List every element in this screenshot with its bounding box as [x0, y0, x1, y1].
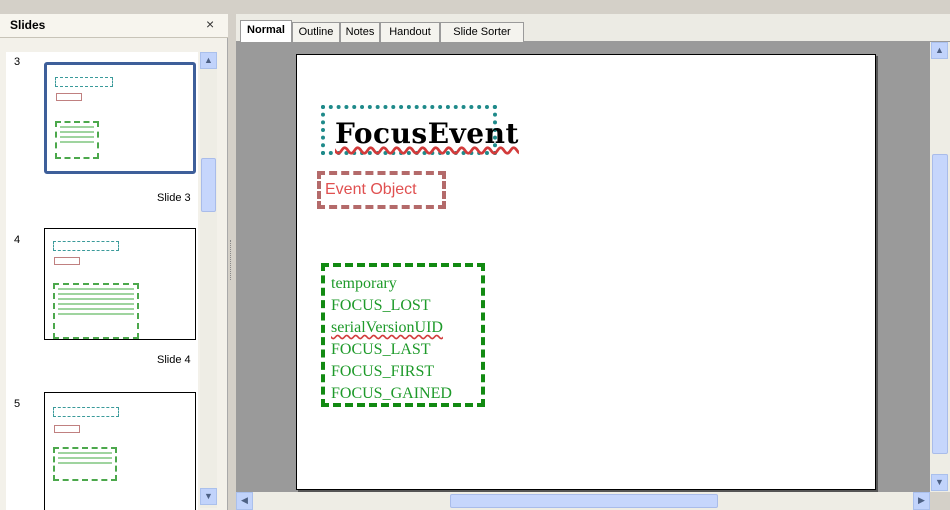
scroll-up-icon[interactable]: ▲ — [200, 52, 217, 69]
slide-canvas[interactable]: FocusEvent Event Object temporary FOCUS_… — [296, 54, 876, 490]
scrollbar-corner — [930, 492, 950, 510]
list-item: FOCUS_GAINED — [331, 385, 452, 402]
thumbnail-title — [53, 407, 119, 417]
tab-normal[interactable]: Normal — [240, 20, 292, 43]
thumbnail-list — [53, 447, 117, 481]
slide-label: Slide 4 — [157, 354, 191, 366]
tab-notes[interactable]: Notes — [340, 22, 380, 42]
thumbnail-list — [53, 283, 139, 339]
view-tabs: Normal Outline Notes Handout Slide Sorte… — [236, 14, 950, 43]
list-item: FOCUS_LOST — [331, 297, 431, 314]
slide-title: FocusEvent — [335, 117, 519, 150]
list-item: FOCUS_LAST — [331, 341, 431, 358]
workspace-horizontal-scrollbar[interactable]: ◀ ▶ — [236, 492, 930, 510]
thumbnail-subtitle — [54, 257, 80, 265]
content-placeholder[interactable]: temporary FOCUS_LOST serialVersionUID FO… — [321, 263, 485, 407]
slides-pane: Slides × 3 Slide 3 4 Slide 4 5 ▲ ▼ — [0, 14, 228, 510]
thumbnail-subtitle — [56, 93, 82, 101]
scroll-down-icon[interactable]: ▼ — [200, 488, 217, 505]
list-item: FOCUS_FIRST — [331, 363, 435, 380]
slides-pane-title: Slides — [10, 18, 46, 32]
thumbnail-title — [53, 241, 119, 251]
slide-thumbnail-3[interactable] — [44, 62, 196, 174]
tab-handout[interactable]: Handout — [380, 22, 440, 42]
field-list: temporary FOCUS_LOST serialVersionUID FO… — [331, 273, 452, 405]
slide-thumbnail-5[interactable] — [44, 392, 196, 510]
list-item: temporary — [331, 275, 397, 292]
slide-thumbnail-4[interactable] — [44, 228, 196, 340]
tab-outline[interactable]: Outline — [292, 22, 340, 42]
scroll-up-icon[interactable]: ▲ — [931, 42, 948, 59]
scroll-left-icon[interactable]: ◀ — [236, 492, 253, 510]
close-icon[interactable]: × — [206, 16, 214, 32]
workspace-vertical-scrollbar[interactable]: ▲ ▼ — [930, 42, 950, 492]
thumbnail-subtitle — [54, 425, 80, 433]
horizontal-scrollbar-thumb[interactable] — [450, 494, 718, 508]
slide-number: 3 — [14, 56, 21, 68]
subtitle-placeholder[interactable]: Event Object — [317, 171, 446, 209]
thumbnail-list — [55, 121, 99, 159]
scroll-right-icon[interactable]: ▶ — [913, 492, 930, 510]
slide-label: Slide 3 — [157, 192, 191, 204]
title-placeholder[interactable]: FocusEvent — [321, 105, 518, 155]
list-item: serialVersionUID — [331, 319, 443, 336]
slides-scrollbar[interactable]: ▲ ▼ — [200, 52, 217, 508]
scroll-down-icon[interactable]: ▼ — [931, 474, 948, 491]
slides-pane-header: Slides × — [0, 14, 228, 38]
thumbnail-title — [55, 77, 113, 87]
slide-subtitle: Event Object — [325, 181, 417, 198]
slides-scrollbar-thumb[interactable] — [201, 158, 216, 212]
slide-number: 5 — [14, 398, 21, 410]
slides-list: 3 Slide 3 4 Slide 4 5 — [6, 52, 198, 510]
tab-slide-sorter[interactable]: Slide Sorter — [440, 22, 524, 42]
vertical-scrollbar-thumb[interactable] — [932, 154, 948, 454]
slide-number: 4 — [14, 234, 21, 246]
splitter-grip[interactable] — [230, 240, 234, 280]
